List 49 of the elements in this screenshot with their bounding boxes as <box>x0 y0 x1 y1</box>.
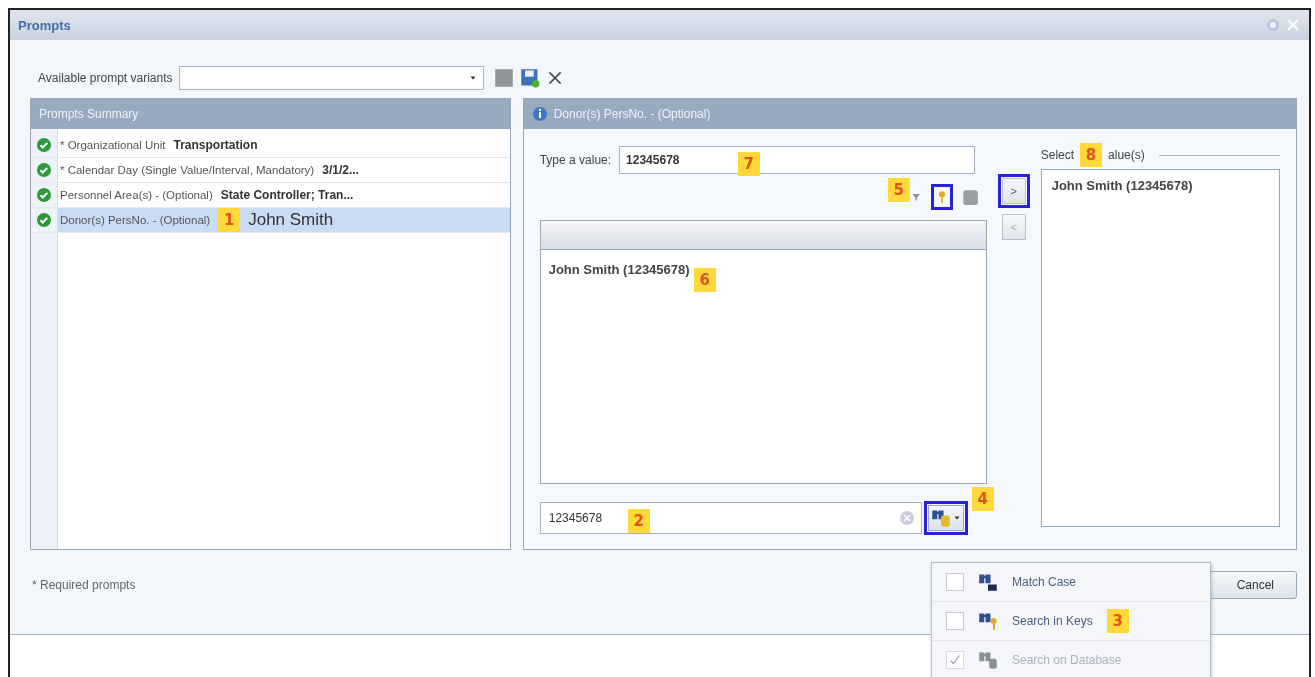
binoculars-database-icon <box>930 508 951 528</box>
caret-icon <box>952 514 961 522</box>
binoculars-database-icon <box>978 650 998 670</box>
filter-icon[interactable] <box>910 191 923 203</box>
callout-badge: 8 <box>1080 143 1103 167</box>
window-title: Prompts <box>18 17 71 33</box>
type-value-label: Type a value: <box>539 153 612 167</box>
prompt-value: 3/1/2... <box>322 163 359 177</box>
square-icon[interactable] <box>960 188 979 206</box>
selected-values-label: Select <box>1040 148 1075 162</box>
help-icon[interactable] <box>1265 17 1281 33</box>
callout-badge: 5 <box>887 178 910 202</box>
prompt-label: Personnel Area(s) - (Optional) <box>60 189 213 201</box>
close-icon[interactable] <box>1285 17 1301 33</box>
required-note: * Required prompts <box>32 578 136 592</box>
prompt-label: * Calendar Day (Single Value/Interval, Mandatory) <box>60 164 315 176</box>
square-icon[interactable] <box>493 68 514 88</box>
callout-badge: 7 <box>737 152 760 176</box>
checkbox[interactable] <box>946 573 964 591</box>
selected-values-label: alue(s) <box>1108 148 1145 162</box>
info-icon <box>531 106 548 122</box>
callout-badge: 6 <box>693 268 716 292</box>
panel-header: Donor(s) PersNo. - (Optional) <box>553 107 711 121</box>
checkmark-icon <box>949 654 961 666</box>
variants-dropdown[interactable] <box>178 66 484 90</box>
prompt-label: * Organizational Unit <box>60 139 166 151</box>
value-item[interactable]: John Smith (12345678) <box>548 262 690 277</box>
clear-icon <box>898 510 915 526</box>
binoculars-icon <box>978 572 998 592</box>
add-button[interactable]: > <box>1001 178 1026 204</box>
prompt-row[interactable]: Donor(s) PersNo. - (Optional) 1 John Smith <box>32 208 510 233</box>
menu-item[interactable]: Search in Keys 3 <box>932 602 1210 641</box>
search-options-button[interactable] <box>927 505 964 531</box>
variants-label: Available prompt variants <box>38 71 173 85</box>
prompt-value: State Controller; Tran... <box>220 188 354 202</box>
save-icon[interactable] <box>519 68 540 88</box>
prompt-value: John Smith <box>248 210 334 230</box>
callout-badge: 3 <box>1106 609 1129 633</box>
prompt-label: Donor(s) PersNo. - (Optional) <box>60 214 211 226</box>
checkbox[interactable] <box>946 612 964 630</box>
caret-icon <box>468 74 477 82</box>
panel-header: Prompts Summary <box>31 99 510 129</box>
callout-badge: 2 <box>627 509 650 533</box>
prompt-value: Transportation <box>173 138 258 152</box>
callout-badge: 1 <box>218 208 241 232</box>
binoculars-key-icon <box>978 611 998 631</box>
callout-badge: 4 <box>971 487 994 511</box>
menu-item[interactable]: Match Case <box>932 563 1210 602</box>
selected-value-item[interactable]: John Smith (12345678) <box>1051 178 1193 193</box>
